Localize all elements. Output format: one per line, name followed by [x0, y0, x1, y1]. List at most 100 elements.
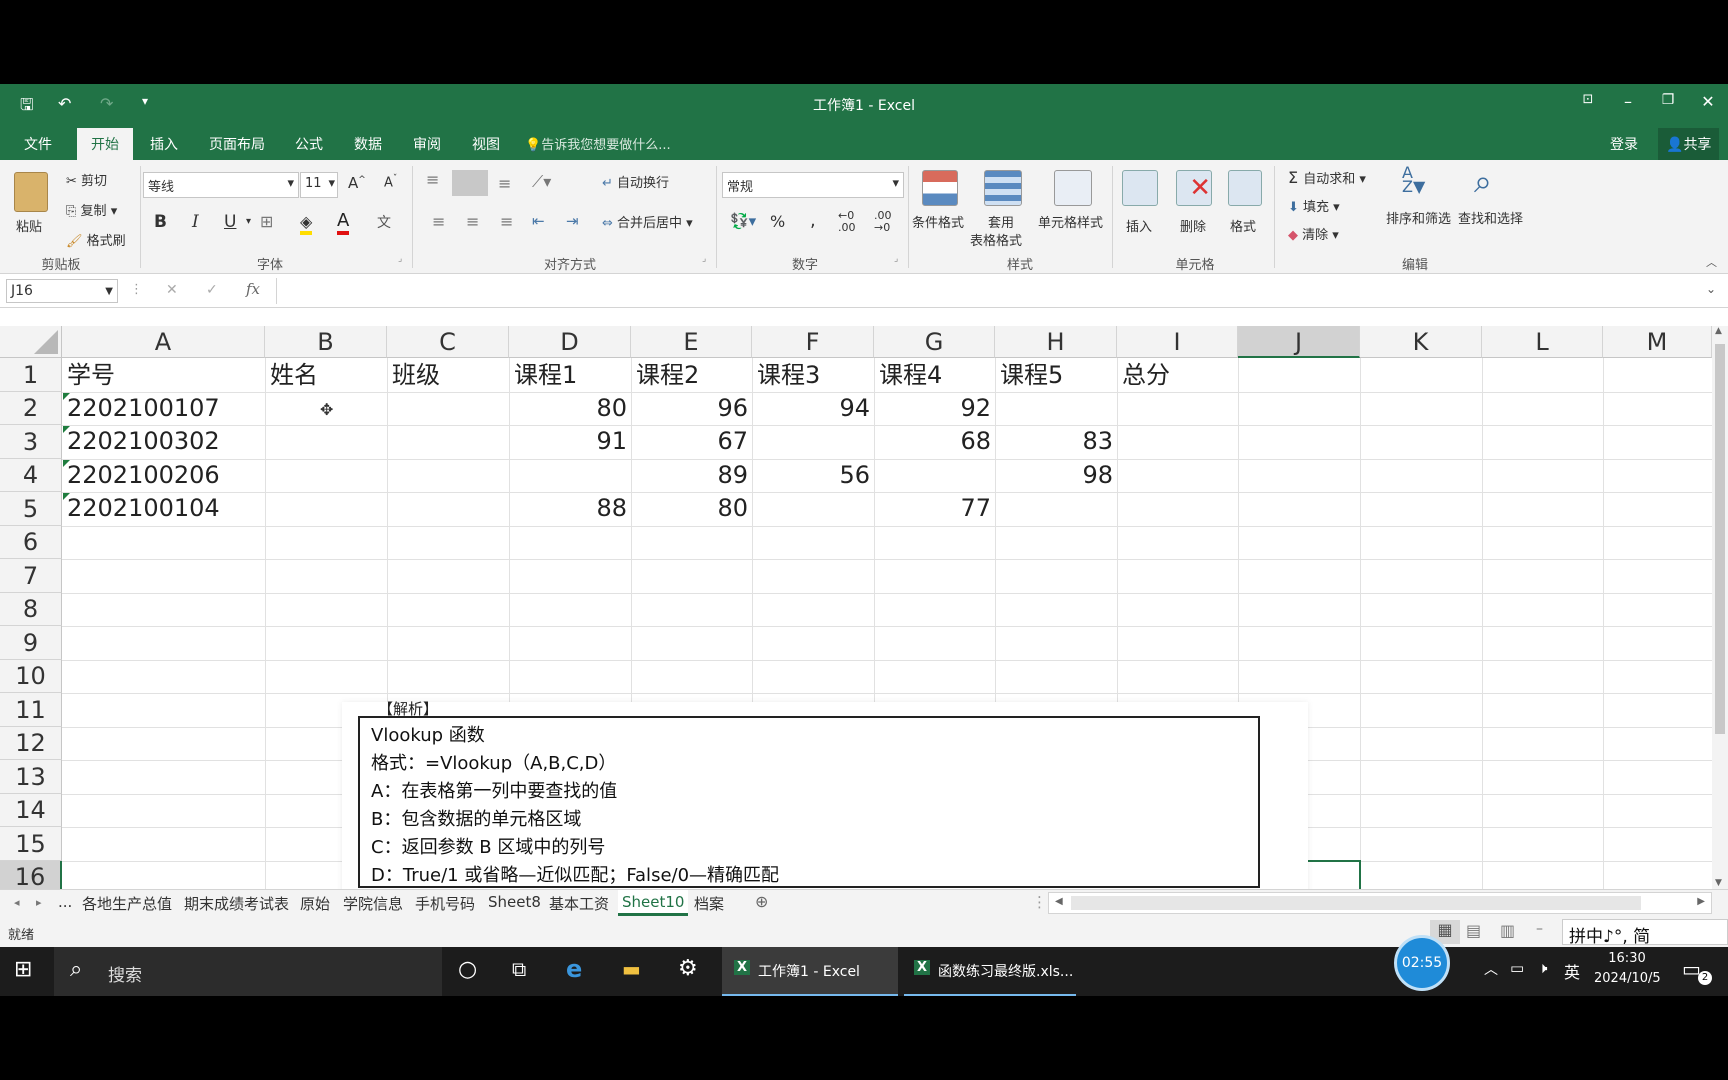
- align-center-icon[interactable]: ≡: [466, 212, 479, 231]
- cell-d5[interactable]: 88: [509, 492, 627, 525]
- row-header-14[interactable]: 14: [0, 794, 62, 827]
- network-icon[interactable]: ▭: [1510, 959, 1524, 977]
- column-header-f[interactable]: F: [752, 326, 874, 358]
- cell-a5[interactable]: 2202100104: [67, 492, 220, 525]
- cut-button[interactable]: ✂ 剪切: [66, 170, 107, 189]
- scroll-thumb[interactable]: [1715, 344, 1725, 734]
- borders-icon[interactable]: ⊞: [260, 212, 273, 231]
- phonetic-icon[interactable]: 文: [377, 212, 391, 232]
- cell-e3[interactable]: 67: [631, 425, 748, 458]
- tab-insert[interactable]: 插入: [150, 134, 178, 154]
- cell-d1[interactable]: 课程1: [514, 359, 577, 392]
- percent-icon[interactable]: %: [770, 212, 785, 231]
- cell-e5[interactable]: 80: [631, 492, 748, 525]
- shrink-font-icon[interactable]: Aˇ: [384, 174, 397, 190]
- cell-h1[interactable]: 课程5: [1000, 359, 1063, 392]
- sort-filter-icon[interactable]: A Z▼: [1402, 165, 1425, 195]
- cell-a1[interactable]: 学号: [67, 359, 115, 392]
- row-header-8[interactable]: 8: [0, 593, 62, 626]
- sheet-tab-active[interactable]: Sheet10: [618, 890, 689, 916]
- cell-styles-button[interactable]: 单元格样式: [1038, 212, 1103, 231]
- cell-styles-icon[interactable]: [1054, 170, 1092, 206]
- cell-d3[interactable]: 91: [509, 425, 627, 458]
- row-header-10[interactable]: 10: [0, 660, 62, 693]
- column-header-c[interactable]: C: [387, 326, 509, 358]
- settings-gear-icon[interactable]: ⚙: [678, 956, 698, 981]
- scroll-tabs-right-icon[interactable]: ▸: [36, 896, 42, 909]
- table-format-button-line1[interactable]: 套用: [988, 212, 1014, 231]
- tab-page-layout[interactable]: 页面布局: [209, 134, 265, 154]
- taskbar-app-excel-file[interactable]: X 函数练习最终版.xls...: [904, 947, 1076, 996]
- cell-g5[interactable]: 77: [874, 492, 991, 525]
- column-header-k[interactable]: K: [1360, 326, 1482, 358]
- cell-f3[interactable]: [752, 425, 870, 458]
- cell-c1[interactable]: 班级: [392, 359, 440, 392]
- cell-g4[interactable]: [874, 459, 991, 492]
- row-header-7[interactable]: 7: [0, 559, 62, 593]
- column-header-m[interactable]: M: [1603, 326, 1712, 358]
- cell-e4[interactable]: 89: [631, 459, 748, 492]
- cell-f1[interactable]: 课程3: [757, 359, 820, 392]
- row-header-15[interactable]: 15: [0, 827, 62, 861]
- taskbar-search-box[interactable]: ⌕ 搜索: [54, 947, 442, 996]
- sheet-tab[interactable]: 学院信息: [343, 893, 403, 914]
- column-header-g[interactable]: G: [874, 326, 995, 358]
- copy-button[interactable]: ⎘ 复制 ▾: [66, 200, 117, 219]
- format-cells-icon[interactable]: [1228, 170, 1262, 206]
- font-color-icon[interactable]: A: [337, 210, 350, 235]
- cell-a3[interactable]: 2202100302: [67, 425, 220, 458]
- cell-h3[interactable]: 83: [995, 425, 1113, 458]
- row-header-5[interactable]: 5: [0, 492, 62, 526]
- clock-time[interactable]: 16:30: [1594, 951, 1660, 966]
- column-header-j[interactable]: J: [1238, 326, 1360, 358]
- cancel-icon[interactable]: ✕: [166, 282, 178, 298]
- paste-icon[interactable]: [14, 172, 48, 212]
- format-cells-button[interactable]: 格式: [1230, 216, 1256, 235]
- dialog-launcher-icon[interactable]: ⌟: [894, 254, 898, 264]
- merge-center-button[interactable]: ⇔ 合并后居中 ▾: [602, 212, 693, 231]
- tab-review[interactable]: 审阅: [413, 134, 441, 154]
- row-header-2[interactable]: 2: [0, 392, 62, 425]
- formula-input[interactable]: [276, 278, 1708, 304]
- insert-function-icon[interactable]: fx: [246, 280, 260, 298]
- cell-b1[interactable]: 姓名: [270, 359, 318, 392]
- paste-button[interactable]: 粘贴: [16, 216, 42, 235]
- insert-cells-icon[interactable]: [1122, 170, 1158, 206]
- cell-h2[interactable]: [995, 392, 1113, 425]
- sheet-tab[interactable]: Sheet8: [488, 893, 541, 911]
- chevron-down-icon[interactable]: ▾: [246, 216, 251, 227]
- comma-style-icon[interactable]: ,: [810, 210, 816, 231]
- horizontal-scroll-thumb[interactable]: [1071, 896, 1641, 910]
- task-view-icon[interactable]: ⧉: [512, 957, 526, 981]
- cell-a4[interactable]: 2202100206: [67, 459, 220, 492]
- page-layout-view-icon[interactable]: ▤: [1466, 921, 1481, 940]
- taskbar-app-excel[interactable]: X 工作簿1 - Excel: [722, 947, 898, 996]
- delete-cells-button[interactable]: 删除: [1180, 216, 1206, 235]
- cell-g3[interactable]: 68: [874, 425, 991, 458]
- expand-formula-bar-icon[interactable]: ⌄: [1706, 282, 1716, 296]
- cell-e2[interactable]: 96: [631, 392, 748, 425]
- enter-icon[interactable]: ✓: [206, 282, 218, 298]
- bold-icon[interactable]: B: [154, 212, 167, 232]
- row-header-6[interactable]: 6: [0, 526, 62, 559]
- sheet-tab[interactable]: 各地生产总值: [82, 893, 172, 914]
- scroll-tabs-left-icon[interactable]: ◂: [14, 896, 20, 909]
- row-header-3[interactable]: 3: [0, 425, 62, 459]
- sheet-tab[interactable]: 基本工资: [549, 893, 609, 914]
- sheet-tab[interactable]: 手机号码: [415, 893, 475, 914]
- magnifier-icon[interactable]: ⌕: [1474, 162, 1492, 201]
- add-sheet-icon[interactable]: ⊕: [755, 892, 768, 911]
- insert-cells-button[interactable]: 插入: [1126, 216, 1152, 235]
- sheet-tab[interactable]: 期末成绩考试表: [184, 893, 289, 914]
- currency-icon[interactable]: 💱▾: [730, 212, 756, 230]
- sheet-tab[interactable]: 原始: [300, 893, 330, 914]
- cell-g1[interactable]: 课程4: [879, 359, 942, 392]
- autosum-button[interactable]: Σ 自动求和 ▾: [1288, 168, 1366, 187]
- column-header-e[interactable]: E: [631, 326, 752, 358]
- column-header-h[interactable]: H: [995, 326, 1117, 358]
- share-button[interactable]: 👤共享: [1658, 128, 1720, 160]
- column-header-b[interactable]: B: [265, 326, 387, 358]
- page-break-view-icon[interactable]: ▥: [1500, 921, 1515, 940]
- column-header-i[interactable]: I: [1117, 326, 1238, 358]
- row-header-13[interactable]: 13: [0, 760, 62, 794]
